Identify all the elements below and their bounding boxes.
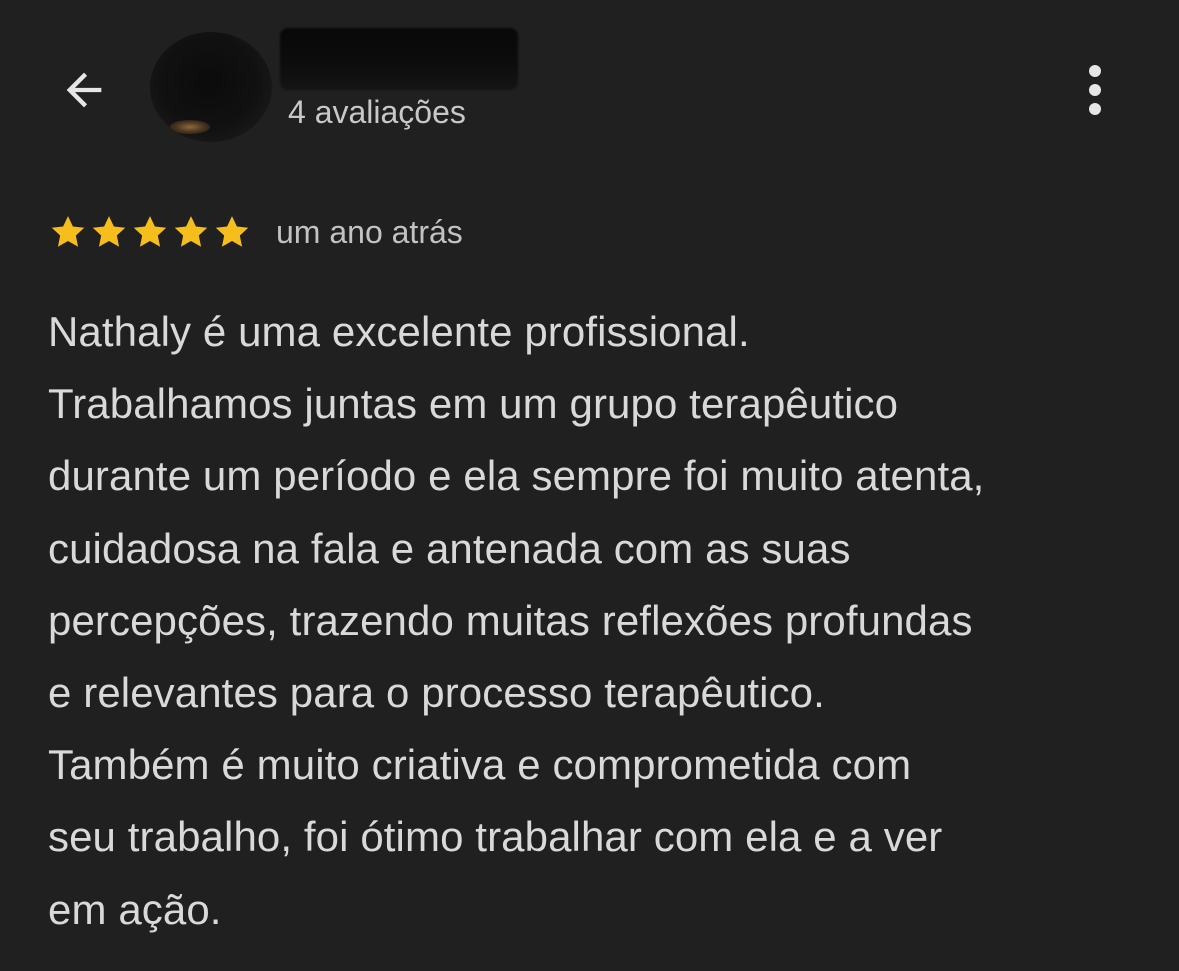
review-header: 4 avaliações [0,0,1179,170]
review-text-line: e relevantes para o processo terapêutico… [48,669,825,717]
more-options-button[interactable] [1072,58,1118,122]
review-count: 4 avaliações [288,94,466,130]
star-icon [92,216,126,247]
more-vert-icon-dot [1089,84,1101,96]
review-text-line: Nathaly é uma excelente profissional. [48,308,750,355]
reviewer-name-redacted [280,28,518,90]
star-rating [48,212,252,252]
review-text-line: percepções, trazendo muitas reflexões pr… [48,596,973,644]
arrow-back-icon [66,72,102,108]
more-vert-icon-dot [1089,103,1101,115]
star-icon [215,216,249,247]
reviewer-avatar[interactable] [150,32,272,142]
rating-row: um ano atrás [48,208,463,256]
review-text-line: Trabalhamos juntas em um grupo terapêuti… [48,380,899,428]
star-icon [133,216,167,247]
review-text-line: cuidadosa na fala e antenada com as suas [48,524,851,572]
more-vert-icon [1089,65,1101,77]
review-text-line: em ação. [48,885,222,933]
review-body: Nathaly é uma excelente profissional. Tra… [48,296,1148,946]
back-button[interactable] [52,58,116,122]
avatar-image-detail [170,120,210,134]
star-icon [51,216,85,247]
review-text-line: Também é muito criativa e comprometida c… [48,741,912,789]
star-icon [174,216,208,247]
review-text-line: durante um período e ela sempre foi muit… [48,452,985,500]
review-time: um ano atrás [276,213,463,250]
review-text-line: seu trabalho, foi ótimo trabalhar com el… [48,813,943,861]
